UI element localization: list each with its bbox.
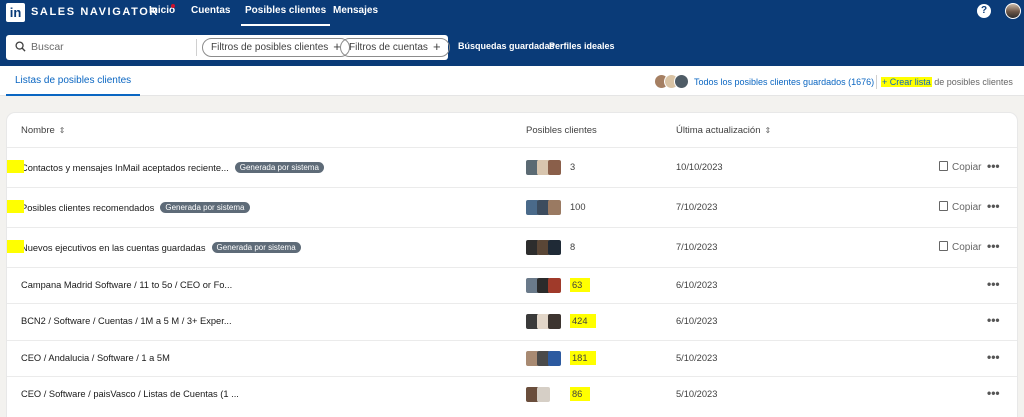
column-header-leads: Posibles clientes	[526, 125, 597, 136]
lead-count: 181	[570, 351, 596, 365]
lead-count: 8	[570, 242, 576, 252]
column-header-name[interactable]: Nombre ⇕	[21, 125, 66, 136]
saved-searches-link[interactable]: Búsquedas guardadas	[458, 41, 555, 51]
list-name-text: Contactos y mensajes InMail aceptados re…	[21, 163, 229, 173]
copy-button[interactable]: Copiar	[939, 161, 981, 173]
highlight-mark	[7, 160, 24, 173]
more-options-icon[interactable]: •••	[987, 277, 1000, 291]
table-row[interactable]: BCN2 / Software / Cuentas / 1M a 5 M / 3…	[7, 303, 1017, 340]
list-name-text: Posibles clientes recomendados	[21, 203, 155, 213]
table-row[interactable]: CEO / Andalucia / Software / 1 a 5M 181 …	[7, 340, 1017, 376]
list-name[interactable]: BCN2 / Software / Cuentas / 1M a 5 M / 3…	[21, 316, 232, 326]
copy-label: Copiar	[952, 162, 982, 173]
lead-avatars	[526, 387, 552, 402]
updated-date: 5/10/2023	[676, 389, 718, 399]
lead-count: 424	[570, 314, 596, 328]
saved-leads-avatars	[654, 74, 694, 90]
more-options-icon[interactable]: •••	[987, 199, 1000, 213]
lead-avatars	[526, 240, 562, 255]
highlight-mark	[7, 200, 24, 213]
lead-count: 3	[570, 162, 576, 172]
system-badge: Generada por sistema	[160, 202, 250, 213]
nav-cuentas[interactable]: Cuentas	[191, 5, 230, 16]
search-icon	[15, 41, 26, 52]
more-options-icon[interactable]: •••	[987, 313, 1000, 327]
system-badge: Generada por sistema	[234, 162, 324, 173]
system-badge: Generada por sistema	[211, 242, 301, 253]
updated-date: 6/10/2023	[676, 316, 718, 326]
header-name-label: Nombre	[21, 125, 55, 136]
table-row[interactable]: Campana Madrid Software / 11 to 5o / CEO…	[7, 267, 1017, 303]
copy-icon	[939, 201, 948, 211]
updated-date: 10/10/2023	[676, 162, 723, 172]
header-updated-label: Última actualización	[676, 125, 761, 136]
list-name[interactable]: Posibles clientes recomendados Generada p…	[7, 200, 250, 213]
list-name[interactable]: Contactos y mensajes InMail aceptados re…	[7, 160, 324, 173]
lead-count: 63	[570, 278, 591, 292]
all-saved-leads-link[interactable]: Todos los posibles clientes guardados (1…	[694, 77, 874, 87]
plus-icon: +	[432, 39, 441, 54]
updated-date: 7/10/2023	[676, 242, 718, 252]
copy-label: Copiar	[952, 202, 982, 213]
table-row[interactable]: Posibles clientes recomendados Generada p…	[7, 187, 1017, 227]
table-row[interactable]: Contactos y mensajes InMail aceptados re…	[7, 147, 1017, 187]
list-name-text: Nuevos ejecutivos en las cuentas guardad…	[21, 243, 206, 253]
copy-button[interactable]: Copiar	[939, 201, 981, 213]
more-options-icon[interactable]: •••	[987, 350, 1000, 364]
divider	[876, 75, 877, 89]
lead-avatars	[526, 351, 562, 366]
updated-date: 5/10/2023	[676, 353, 718, 363]
copy-icon	[939, 161, 948, 171]
create-list-label: + Crear lista	[881, 77, 932, 87]
more-options-icon[interactable]: •••	[987, 239, 1000, 253]
brand-name[interactable]: SALES NAVIGATOR	[31, 6, 159, 18]
list-name[interactable]: Campana Madrid Software / 11 to 5o / CEO…	[21, 280, 232, 290]
list-name[interactable]: CEO / Software / paisVasco / Listas de C…	[21, 389, 239, 399]
sort-icon: ⇕	[764, 126, 772, 135]
lead-count: 86	[570, 387, 591, 401]
copy-button[interactable]: Copiar	[939, 241, 981, 253]
linkedin-logo[interactable]: in	[6, 3, 25, 22]
more-options-icon[interactable]: •••	[987, 159, 1000, 173]
profile-avatar[interactable]	[1005, 3, 1021, 19]
avatar	[674, 74, 689, 89]
table-row[interactable]: Nuevos ejecutivos en las cuentas guardad…	[7, 227, 1017, 267]
column-header-updated[interactable]: Última actualización ⇕	[676, 125, 771, 136]
notification-dot	[171, 4, 175, 8]
copy-label: Copiar	[952, 242, 982, 253]
lead-count: 100	[570, 202, 586, 212]
lead-avatars	[526, 200, 562, 215]
help-icon[interactable]: ?	[977, 4, 991, 18]
lead-filters-label: Filtros de posibles clientes	[211, 42, 329, 53]
list-name[interactable]: CEO / Andalucia / Software / 1 a 5M	[21, 353, 170, 363]
lead-avatars	[526, 314, 562, 329]
lead-filters-button[interactable]: Filtros de posibles clientes +	[202, 38, 350, 57]
more-options-icon[interactable]: •••	[987, 386, 1000, 400]
search-band: Buscar Filtros de posibles clientes + Fil…	[0, 26, 1024, 66]
lead-avatars	[526, 160, 562, 175]
nav-mensajes[interactable]: Mensajes	[333, 5, 378, 16]
account-filters-button[interactable]: Filtros de cuentas +	[340, 38, 450, 57]
tab-lead-lists[interactable]: Listas de posibles clientes	[6, 66, 141, 96]
create-list-suffix: de posibles clientes	[931, 77, 1013, 87]
nav-posibles-clientes[interactable]: Posibles clientes	[241, 0, 331, 26]
search-box: Buscar Filtros de posibles clientes + Fil…	[6, 35, 450, 60]
lead-avatars	[526, 278, 562, 293]
table-row[interactable]: CEO / Software / paisVasco / Listas de C…	[7, 376, 1017, 413]
updated-date: 6/10/2023	[676, 280, 718, 290]
list-name[interactable]: Nuevos ejecutivos en las cuentas guardad…	[7, 240, 301, 253]
copy-icon	[939, 241, 948, 251]
ideal-profiles-link[interactable]: Perfiles ideales	[549, 41, 615, 51]
sort-icon: ⇕	[58, 126, 66, 135]
highlight-mark	[7, 240, 24, 253]
lead-lists-table: Nombre ⇕ Posibles clientes Última actuali…	[7, 113, 1017, 417]
search-divider	[196, 39, 197, 56]
updated-date: 7/10/2023	[676, 202, 718, 212]
search-input[interactable]: Buscar	[31, 41, 64, 53]
account-filters-label: Filtros de cuentas	[349, 42, 428, 53]
tabs-bar: Listas de posibles clientes Todos los po…	[0, 66, 1024, 96]
top-nav: in SALES NAVIGATOR Inicio Cuentas Posibl…	[0, 0, 1024, 26]
create-list-button[interactable]: + Crear lista de posibles clientes	[881, 77, 1013, 87]
